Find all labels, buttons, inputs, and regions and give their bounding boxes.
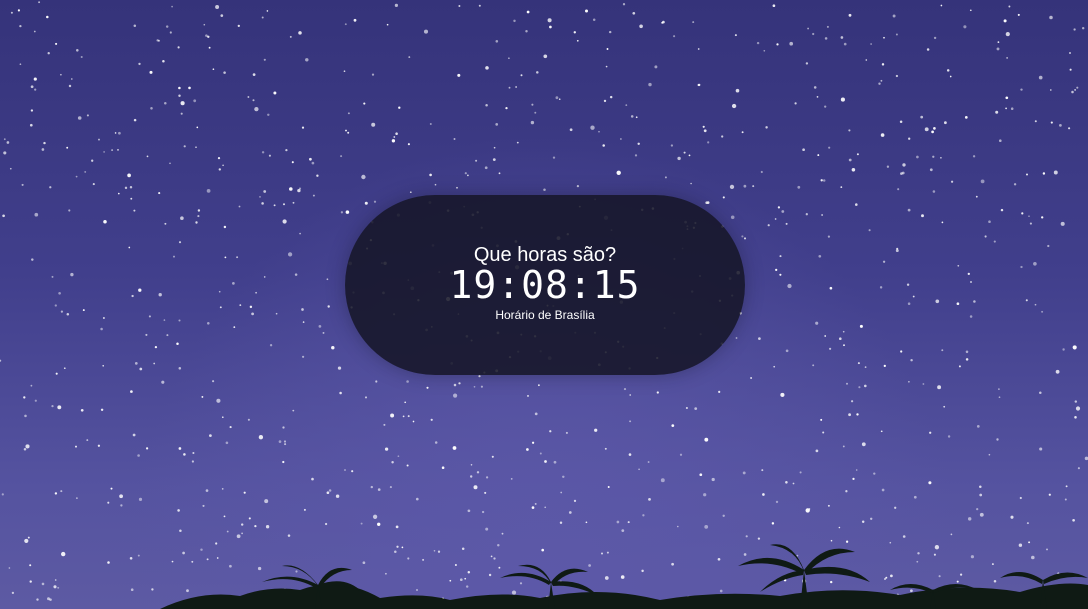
clock-panel: Que horas são? 19:08:15 Horário de Brasí… <box>345 195 745 375</box>
clock-time-display: 19:08:15 <box>449 263 641 307</box>
clock-timezone-label: Horário de Brasília <box>495 308 595 322</box>
